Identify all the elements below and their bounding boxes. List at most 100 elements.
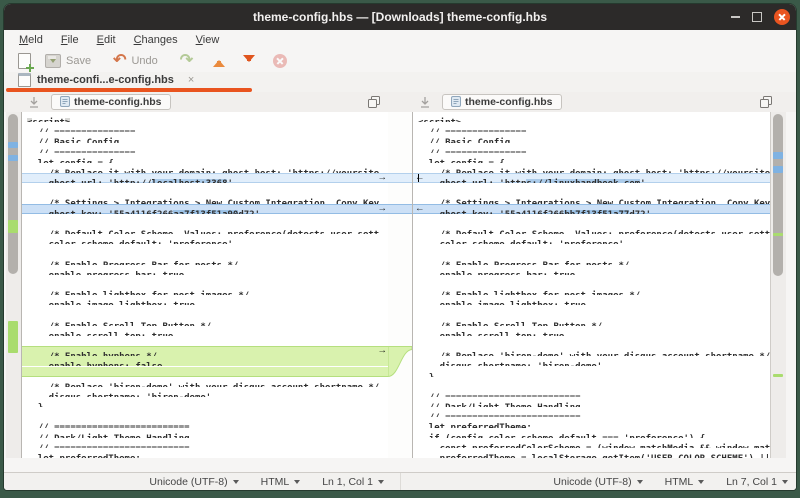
cursor-position-dropdown[interactable]: Ln 7, Col 1 [726,476,788,488]
redo-button[interactable]: ↷ [180,53,193,69]
code-line: // Basic Config [22,132,389,142]
encoding-dropdown[interactable]: Unicode (UTF-8) [553,476,642,488]
titlebar[interactable]: theme-config.hbs — [Downloads] theme-con… [4,4,796,30]
code-line: let preferredTheme; [413,417,771,427]
blue-chunk-connector [388,204,412,214]
scrollbar-thumb[interactable] [773,114,783,276]
code-line: // Dark/Light Theme Handling [413,397,771,407]
save-button[interactable]: Save [45,54,91,68]
next-change-button[interactable] [243,54,255,68]
code-line: <script> [413,112,771,122]
code-line [22,183,389,193]
code-line: <script> [22,112,389,122]
code-line: // Basic Config [413,132,771,142]
copy-icon[interactable] [368,95,380,107]
pane-pin-icon [29,96,39,108]
encoding-dropdown[interactable]: Unicode (UTF-8) [149,476,238,488]
minimize-icon[interactable] [731,16,740,18]
maximize-icon[interactable] [752,12,762,22]
right-pane-header: theme-config.hbs [412,92,780,111]
code-line: disqus_shortname: 'biron-demo' [413,356,771,366]
code-line [413,377,771,387]
code-line: /* Enable lightbox for post images */ [22,285,389,295]
code-line: if (config.color_scheme_default === 'pre… [413,428,771,438]
chevron-down-icon [782,480,788,487]
code-line: color_scheme_default: 'preference', [413,234,771,244]
stop-button[interactable] [273,54,287,68]
meld-window: theme-config.hbs — [Downloads] theme-con… [4,4,796,490]
push-change-left-arrow[interactable]: ← [415,204,425,214]
push-change-left-arrow[interactable]: ← [415,173,425,183]
code-line: preferredTheme = localStorage.getItem('U… [413,448,771,458]
left-pane-header: theme-config.hbs [21,92,388,111]
code-line: // =============== [413,122,771,132]
left-vertical-scrollbar[interactable] [6,112,22,458]
redo-icon: ↷ [180,53,193,69]
menu-meld[interactable]: Meld [10,32,52,48]
right-file-button[interactable]: theme-config.hbs [442,94,562,110]
code-line: /* Settings > Integrations > New Custom … [22,193,389,203]
menu-changes[interactable]: Changes [125,32,187,48]
arrow-down-icon [243,54,255,68]
code-line [413,336,771,346]
code-line: /* Replace it with your domain: ghost_ho… [413,163,771,173]
undo-button[interactable]: ↶ Undo [113,53,158,69]
previous-change-button[interactable] [213,54,225,68]
scrollbar-thumb[interactable] [8,114,18,274]
chevron-down-icon [698,480,704,487]
file-icon [60,96,70,107]
cursor-position-dropdown[interactable]: Ln 1, Col 1 [322,476,384,488]
code-line [413,275,771,285]
push-change-right-arrow[interactable]: → [378,346,388,356]
menu-view[interactable]: View [187,32,229,48]
code-line [413,305,771,315]
tab-theme-config[interactable]: theme-confi...e-config.hbs × [10,72,256,88]
code-line: // ========================= [413,387,771,397]
code-line [22,214,389,224]
diff-chunk-mark [773,233,783,236]
copy-icon[interactable] [760,95,772,107]
code-line: enable_progress_bar: true, [413,265,771,275]
syntax-dropdown[interactable]: HTML [665,476,705,488]
statusbar: Unicode (UTF-8) HTML Ln 1, Col 1 Unicode… [4,472,796,490]
diff-chunk-mark [8,142,18,148]
code-line: ghost_url: 'http://localhost:3368',→ [22,173,389,183]
menu-edit[interactable]: Edit [88,32,125,48]
window-title: theme-config.hbs — [Downloads] theme-con… [4,10,796,24]
code-line: /* Enable Progress Bar for posts */ [22,255,389,265]
close-icon[interactable] [774,9,790,25]
code-line: /* Default Color Scheme. Values: prefere… [413,224,771,234]
code-line: } [22,397,389,407]
code-line [413,244,771,254]
stop-icon [273,54,287,68]
right-vertical-scrollbar[interactable] [770,112,786,458]
code-line: // ========================= [413,407,771,417]
left-code-pane[interactable]: <script> // =============== // Basic Con… [21,112,390,458]
code-line: enable_image_lightbox: true, [413,295,771,305]
push-change-right-arrow[interactable]: → [378,204,388,214]
left-file-button[interactable]: theme-config.hbs [51,94,171,110]
code-line: let preferredTheme; [22,448,389,458]
code-line: /* Default Color Scheme. Values: prefere… [22,224,389,234]
code-line: /* Enable Scroll Top Button */ [413,316,771,326]
diff-editor: <script> // =============== // Basic Con… [4,112,796,465]
chevron-down-icon [378,480,384,487]
syntax-dropdown[interactable]: HTML [261,476,301,488]
new-comparison-button[interactable] [18,53,31,69]
code-line: enable_scroll_top: true, [22,326,389,336]
code-line [22,275,389,285]
right-code-pane[interactable]: <script> // =============== // Basic Con… [412,112,772,458]
tab-file-icon [18,73,31,87]
diff-chunk-mark [773,152,783,159]
toolbar: Save ↶ Undo ↷ [4,49,796,73]
chevron-down-icon [294,480,300,487]
diff-link-gutter [388,112,412,458]
tab-close-icon[interactable]: × [188,74,194,86]
chevron-down-icon [637,480,643,487]
code-line: /* Replace it with your domain: ghost_ho… [22,163,389,173]
code-line: /* Enable Progress Bar for posts */ [413,255,771,265]
code-line [22,305,389,315]
push-change-right-arrow[interactable]: → [378,173,388,183]
menu-file[interactable]: File [52,32,88,48]
code-line: // =============== [413,143,771,153]
